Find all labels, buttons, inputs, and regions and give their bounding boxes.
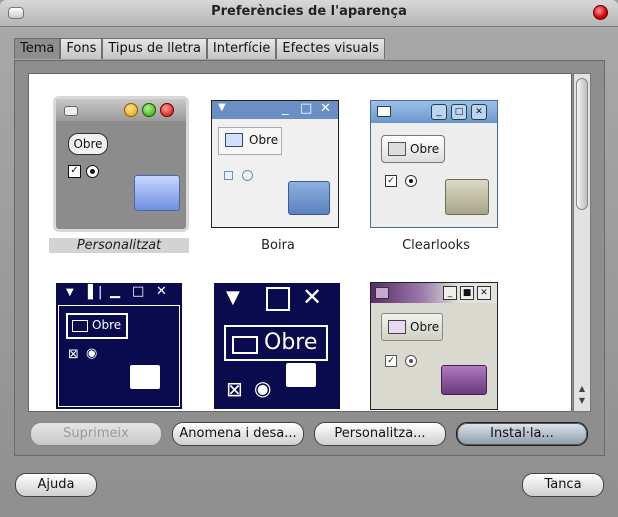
maximize-icon: ■ — [460, 286, 474, 300]
menu-icon: ▼ — [226, 287, 240, 308]
radio-icon — [405, 175, 417, 187]
menu-icon — [377, 106, 391, 117]
preview-button: Obre — [381, 313, 443, 341]
preview-titlebar: _ □ ✕ — [371, 101, 497, 123]
preview-button: Obre — [218, 127, 282, 155]
theme-item-boira[interactable]: ▼ _ □ ✕ Obre Boira — [208, 96, 348, 258]
checkbox-icon: ⊠ — [68, 347, 79, 362]
menu-icon — [375, 287, 389, 299]
theme-list-scrollbar[interactable]: ▲ ▼ — [573, 73, 591, 412]
checkbox-icon — [224, 171, 233, 180]
preview-titlebar: _ ■ ✕ — [371, 283, 497, 303]
checkbox-icon: ✓ — [385, 355, 397, 367]
tab-tipus-de-lletra[interactable]: Tipus de lletra — [102, 38, 207, 59]
radio-icon — [86, 165, 99, 178]
tab-interficie[interactable]: Interfície — [206, 38, 277, 59]
close-icon: ✕ — [156, 284, 167, 299]
radio-icon — [405, 355, 417, 367]
menu-icon — [64, 106, 78, 116]
minimize-icon: _ — [443, 286, 457, 300]
preview-button: Obre — [381, 135, 445, 163]
minimize-icon: ▁ — [110, 284, 120, 299]
theme-preview: _ □ ✕ Obre ✓ — [370, 100, 498, 228]
theme-name: Personalitzat — [49, 238, 189, 253]
maximize-icon — [266, 287, 290, 311]
theme-item-5[interactable]: ▼ ✕ Obre ⊠ ◉ — [208, 282, 348, 411]
close-icon: ✕ — [477, 286, 491, 300]
pin-icon: ▌| — [88, 285, 103, 300]
title-bar[interactable]: Preferències de l'aparença — [0, 0, 618, 27]
preview-titlebar — [56, 99, 186, 121]
theme-item-personalitzat[interactable]: Obre ✓ Personalitzat — [49, 96, 189, 258]
scroll-up-icon[interactable]: ▲ — [574, 384, 590, 393]
tab-fons[interactable]: Fons — [60, 38, 103, 59]
customize-button[interactable]: Personalitza... — [314, 422, 446, 446]
close-icon — [160, 103, 174, 117]
folder-icon — [288, 181, 330, 215]
folder-icon — [134, 175, 180, 211]
folder-icon — [130, 365, 160, 389]
preview-button: Obre — [68, 133, 108, 155]
save-as-button[interactable]: Anomena i desa... — [172, 422, 304, 446]
close-icon: ✕ — [320, 101, 331, 116]
theme-preview: ▼ ✕ Obre ⊠ ◉ — [213, 282, 341, 410]
theme-name: Clearlooks — [402, 238, 470, 253]
theme-item-4[interactable]: ▼ ▌| ▁ □ ✕ Obre ⊠ ◉ — [49, 282, 189, 411]
tab-bar: Tema Fons Tipus de lletra Interfície Efe… — [14, 38, 385, 60]
checkbox-icon: ✓ — [68, 165, 81, 178]
close-icon[interactable] — [593, 5, 608, 20]
theme-name: Boira — [261, 238, 295, 253]
theme-item-6[interactable]: _ ■ ✕ Obre ✓ — [366, 282, 506, 411]
theme-preview: _ ■ ✕ Obre ✓ — [370, 282, 498, 410]
install-button[interactable]: Instal·la... — [456, 422, 588, 446]
theme-item-clearlooks[interactable]: _ □ ✕ Obre ✓ Clearlooks — [366, 96, 506, 258]
menu-icon: ▼ — [66, 287, 74, 298]
help-button[interactable]: Ajuda — [15, 473, 97, 497]
radio-icon: ◉ — [254, 376, 272, 400]
checkbox-icon: ⊠ — [226, 377, 243, 401]
maximize-icon: □ — [132, 284, 145, 299]
tab-tema[interactable]: Tema — [14, 38, 61, 59]
radio-icon: ◉ — [86, 346, 98, 361]
close-button[interactable]: Tanca — [522, 473, 604, 497]
menu-icon: ▼ — [218, 102, 226, 113]
tab-efectes-visuals[interactable]: Efectes visuals — [276, 38, 385, 59]
minimize-icon: _ — [282, 101, 289, 116]
folder-icon — [445, 179, 489, 215]
radio-icon — [242, 170, 253, 181]
minimize-icon — [124, 103, 138, 117]
maximize-icon: □ — [451, 104, 467, 120]
preview-button: Obre — [224, 325, 328, 361]
scroll-down-icon[interactable]: ▼ — [574, 396, 590, 405]
close-icon: ✕ — [471, 104, 487, 120]
folder-icon — [286, 363, 316, 387]
checkbox-icon: ✓ — [385, 175, 397, 187]
theme-preview: ▼ ▌| ▁ □ ✕ Obre ⊠ ◉ — [55, 282, 183, 410]
minimize-icon: _ — [431, 104, 447, 120]
window-title: Preferències de l'aparença — [211, 4, 407, 19]
close-icon: ✕ — [302, 283, 323, 311]
preview-titlebar: ▼ _ □ ✕ — [212, 101, 338, 119]
folder-icon — [441, 365, 487, 395]
preview-button: Obre — [66, 313, 128, 339]
theme-preview: Obre ✓ — [53, 96, 189, 232]
maximize-icon: □ — [300, 101, 313, 116]
maximize-icon — [142, 103, 156, 117]
theme-preview: ▼ _ □ ✕ Obre — [211, 100, 339, 228]
delete-theme-button[interactable]: Suprimeix — [30, 422, 162, 446]
appearance-preferences-window: Preferències de l'aparença Tema Fons Tip… — [0, 0, 618, 517]
theme-list[interactable]: Obre ✓ Personalitzat ▼ _ □ ✕ Obre Boira … — [28, 73, 572, 412]
scrollbar-thumb[interactable] — [576, 78, 588, 210]
